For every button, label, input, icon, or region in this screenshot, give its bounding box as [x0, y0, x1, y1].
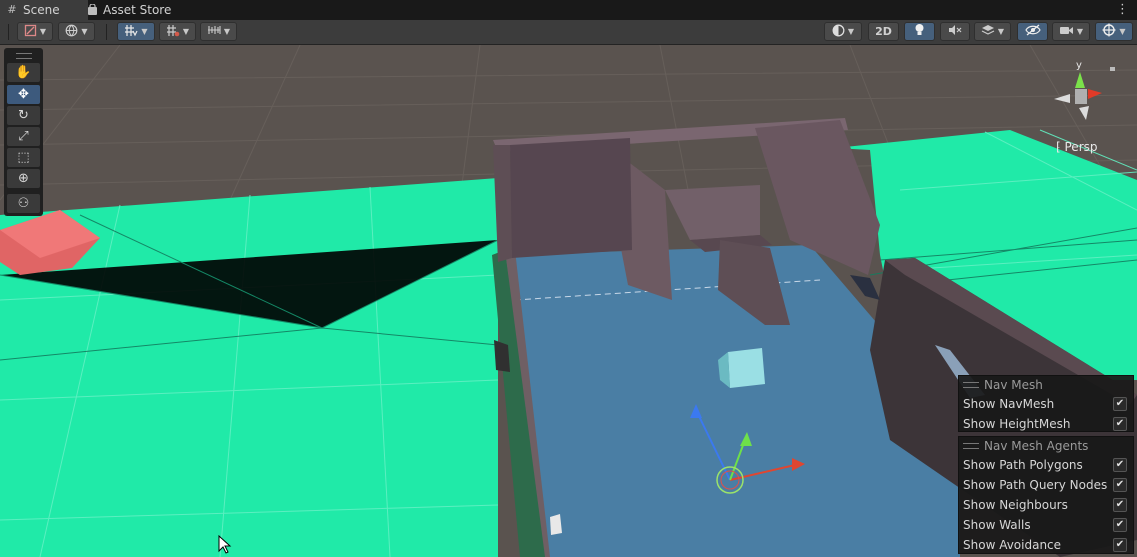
scale-icon: ⤢ — [18, 129, 29, 144]
hand-tool[interactable]: ✋ — [7, 63, 40, 82]
global-button[interactable]: ▼ — [58, 22, 95, 41]
show-walls-label: Show Walls — [963, 518, 1031, 532]
show-path-polygons-label: Show Path Polygons — [963, 458, 1083, 472]
show-neighbours-checkbox[interactable]: ✔ — [1113, 498, 1127, 512]
move-icon: ✥ — [18, 87, 29, 102]
show-navmesh-label: Show NavMesh — [963, 397, 1055, 411]
chevron-down-icon: ▼ — [847, 27, 855, 36]
tab-bar: # Scene Asset Store ⋮ — [0, 0, 1137, 20]
drag-handle-icon[interactable] — [963, 443, 979, 449]
toolbar-separator — [106, 24, 107, 40]
custom-tool-icon: ⚇ — [17, 196, 30, 211]
nav-mesh-overlay: Nav Mesh Show NavMesh ✔ Show HeightMesh … — [958, 375, 1134, 432]
show-walls-option[interactable]: Show Walls ✔ — [959, 515, 1133, 535]
lighting-toggle-button[interactable] — [904, 22, 935, 41]
show-neighbours-label: Show Neighbours — [963, 498, 1068, 512]
globe-icon — [65, 24, 78, 40]
show-navmesh-checkbox[interactable]: ✔ — [1113, 397, 1127, 411]
show-walls-checkbox[interactable]: ✔ — [1113, 518, 1127, 532]
tools-palette: ✋ ✥ ↻ ⤢ ⬚ ⊕ ⚇ — [4, 48, 43, 216]
drag-handle-icon[interactable] — [963, 382, 979, 388]
show-avoidance-label: Show Avoidance — [963, 538, 1062, 552]
show-avoidance-checkbox[interactable]: ✔ — [1113, 538, 1127, 552]
audio-toggle-button[interactable] — [940, 22, 970, 41]
2d-toggle-label: 2D — [875, 25, 892, 38]
visibility-icon — [1024, 24, 1041, 39]
increment-snap-button[interactable]: ▼ — [159, 22, 196, 41]
tab-scene-label: Scene — [23, 3, 60, 17]
ruler-button[interactable]: ▼ — [200, 22, 237, 41]
show-avoidance-option[interactable]: Show Avoidance ✔ — [959, 535, 1133, 555]
custom-tool[interactable]: ⚇ — [7, 194, 40, 213]
effects-layers-icon — [981, 24, 995, 40]
chevron-down-icon: ▼ — [81, 27, 88, 36]
lightbulb-icon — [914, 23, 925, 40]
nav-mesh-agents-overlay-title: Nav Mesh Agents — [984, 439, 1089, 453]
chevron-down-icon: ▼ — [39, 27, 47, 36]
show-heightmesh-checkbox[interactable]: ✔ — [1113, 417, 1127, 431]
draw-mode-icon — [24, 24, 37, 40]
rect-tool[interactable]: ⬚ — [7, 148, 40, 167]
scene-toolbar: ▼ ▼ ▼ ▼ ▼ ▼ 2D ▼ ▼ ▼ — [0, 20, 1137, 45]
transform-icon: ⊕ — [18, 171, 29, 186]
ruler-icon — [207, 24, 221, 39]
effects-button[interactable]: ▼ — [974, 22, 1011, 41]
tab-asset-store[interactable]: Asset Store — [80, 0, 179, 20]
shopping-bag-icon — [86, 3, 98, 16]
rotate-tool[interactable]: ↻ — [7, 106, 40, 125]
nav-mesh-overlay-header[interactable]: Nav Mesh — [959, 376, 1133, 394]
mouse-cursor-icon — [218, 535, 232, 554]
nav-mesh-agents-overlay: Nav Mesh Agents Show Path Polygons ✔ Sho… — [958, 436, 1134, 554]
scale-tool[interactable]: ⤢ — [7, 127, 40, 146]
draw-mode-button[interactable]: ▼ — [17, 22, 53, 41]
tab-asset-store-label: Asset Store — [103, 3, 172, 17]
camera-settings-button[interactable]: ▼ — [1052, 22, 1090, 41]
show-path-query-nodes-checkbox[interactable]: ✔ — [1113, 478, 1127, 492]
nav-mesh-overlay-title: Nav Mesh — [984, 378, 1043, 392]
projection-icon: ⁅ — [1056, 140, 1065, 154]
grid-snap-icon — [124, 24, 138, 40]
transform-tool[interactable]: ⊕ — [7, 169, 40, 188]
show-path-query-nodes-label: Show Path Query Nodes — [963, 478, 1108, 492]
toolbar-grip — [8, 24, 9, 40]
projection-text: Persp — [1064, 140, 1098, 154]
tab-scene[interactable]: # Scene — [0, 0, 88, 20]
hand-icon: ✋ — [15, 65, 32, 80]
move-tool[interactable]: ✥ — [7, 85, 40, 104]
chevron-down-icon: ▼ — [1076, 27, 1084, 36]
chevron-down-icon: ▼ — [141, 27, 148, 36]
grid-snap-button[interactable]: ▼ — [117, 22, 155, 41]
rotate-icon: ↻ — [18, 108, 29, 123]
chevron-down-icon: ▼ — [223, 27, 231, 36]
show-heightmesh-option[interactable]: Show HeightMesh ✔ — [959, 414, 1133, 434]
show-navmesh-option[interactable]: Show NavMesh ✔ — [959, 394, 1133, 414]
shading-sphere-icon — [832, 24, 845, 40]
shading-mode-button[interactable]: ▼ — [824, 22, 862, 41]
gizmos-icon — [1102, 23, 1116, 40]
2d-toggle-button[interactable]: 2D — [868, 22, 899, 41]
show-neighbours-option[interactable]: Show Neighbours ✔ — [959, 495, 1133, 515]
scene-visibility-button[interactable] — [1017, 22, 1048, 41]
show-path-query-nodes-option[interactable]: Show Path Query Nodes ✔ — [959, 475, 1133, 495]
grid-icon: # — [7, 3, 17, 16]
gizmo-axis-y-label: y — [1076, 60, 1082, 71]
camera-icon — [1059, 25, 1074, 39]
palette-grip[interactable] — [16, 53, 32, 59]
show-heightmesh-label: Show HeightMesh — [963, 417, 1071, 431]
more-options-icon[interactable]: ⋮ — [1116, 2, 1129, 18]
show-path-polygons-option[interactable]: Show Path Polygons ✔ — [959, 455, 1133, 475]
audio-mute-icon — [948, 24, 962, 39]
light-blue-cube — [728, 348, 765, 388]
nav-mesh-agents-overlay-header[interactable]: Nav Mesh Agents — [959, 437, 1133, 455]
chevron-down-icon: ▼ — [1119, 27, 1126, 36]
chevron-down-icon: ▼ — [997, 27, 1005, 36]
rect-icon: ⬚ — [17, 150, 30, 165]
increment-snap-icon — [166, 24, 180, 40]
chevron-down-icon: ▼ — [182, 27, 190, 36]
show-path-polygons-checkbox[interactable]: ✔ — [1113, 458, 1127, 472]
gizmos-button[interactable]: ▼ — [1095, 22, 1133, 41]
projection-label[interactable]: ⁅ Persp — [1056, 140, 1098, 154]
orientation-gizmo[interactable]: y — [1046, 60, 1116, 132]
